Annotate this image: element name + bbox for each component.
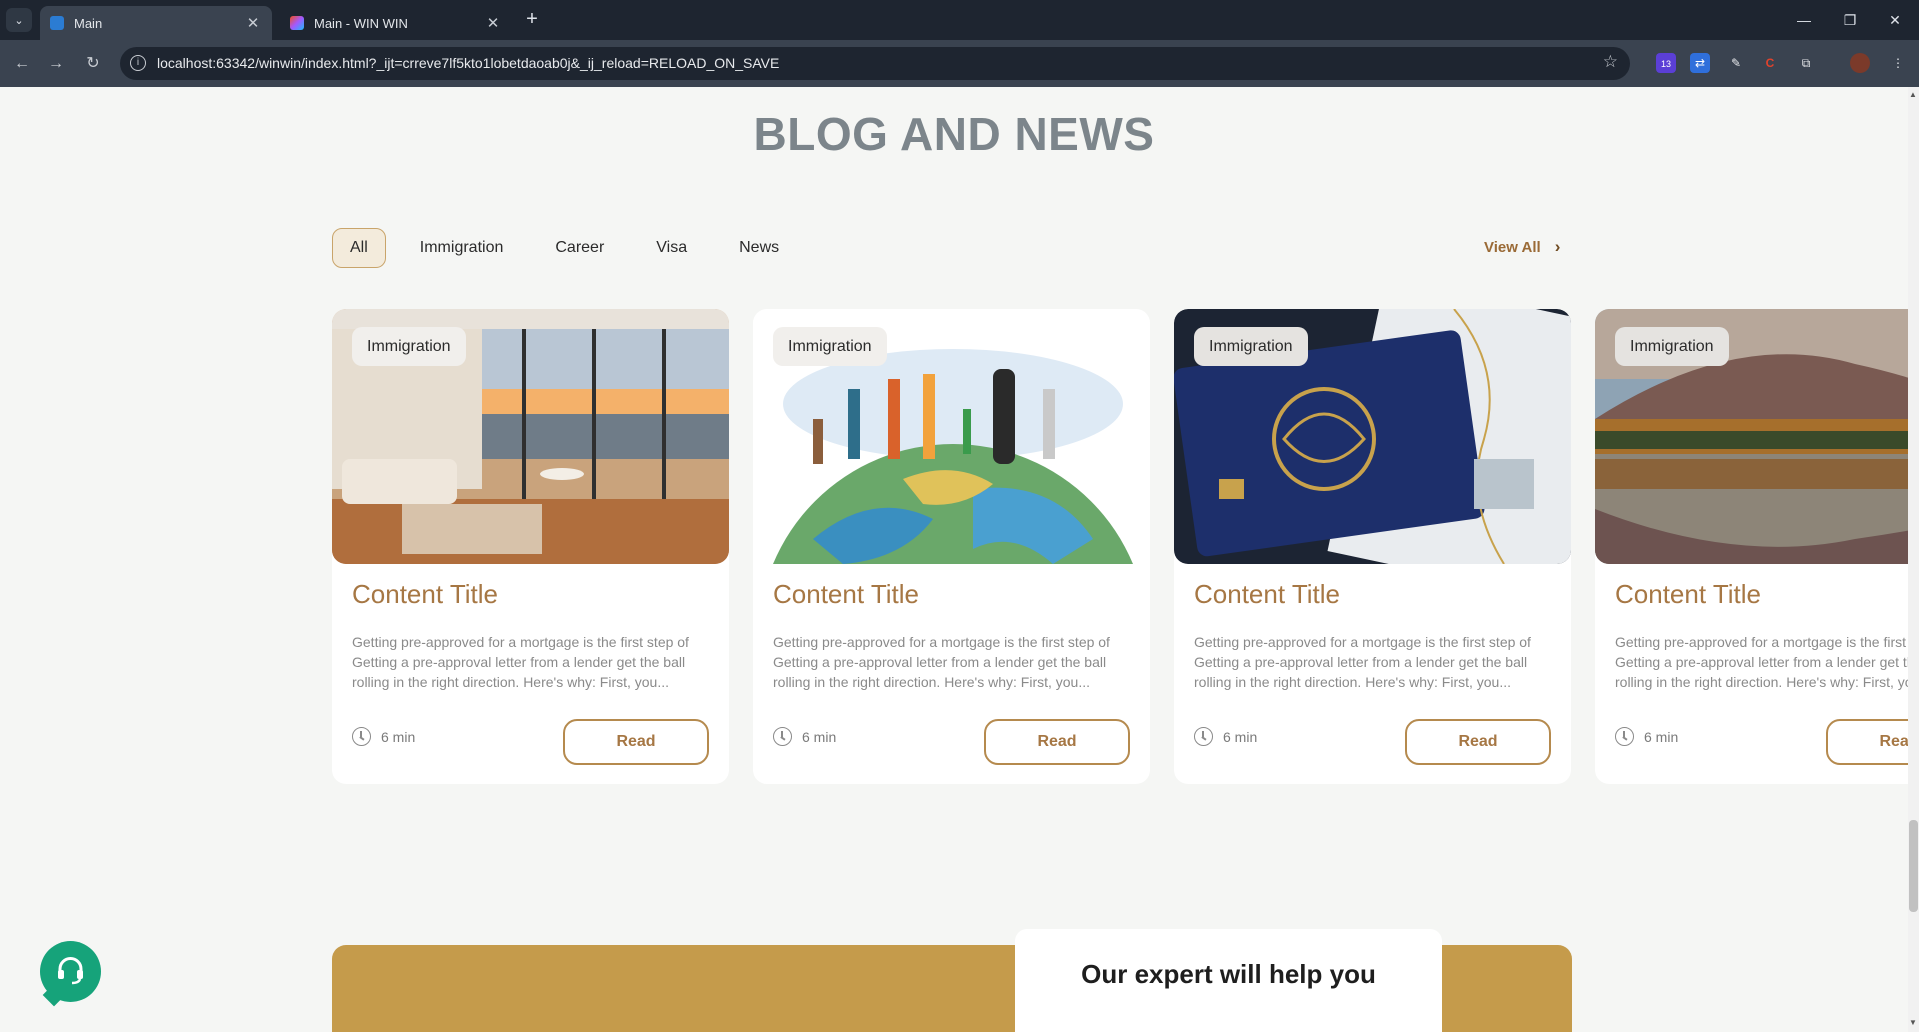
expert-cta-card: Our expert will help you [1015,929,1442,1032]
blog-card[interactable]: Immigration Content Title Getting pre-ap… [1595,309,1908,784]
card-description: Getting pre-approved for a mortgage is t… [1615,634,1908,690]
extension-icon[interactable]: 13 [1656,53,1676,73]
tab-search-icon[interactable]: ⌄ [6,8,32,32]
headset-icon [58,957,83,985]
blog-card[interactable]: Immigration Content Title Getting pre-ap… [753,309,1150,784]
reload-icon[interactable]: ↻ [80,51,106,77]
filter-visa[interactable]: Visa [638,228,705,268]
scroll-up-arrow-icon[interactable]: ▲ [1909,90,1917,99]
read-time-label: 6 min [381,728,416,745]
filter-news[interactable]: News [721,228,797,268]
profile-avatar[interactable] [1850,53,1870,73]
figma-icon [290,16,304,30]
menu-kebab-icon[interactable]: ⋮ [1888,53,1908,73]
close-tab-icon[interactable]: ✕ [484,14,502,32]
read-time: 6 min [773,727,836,746]
read-button[interactable]: Read [1826,719,1908,765]
clock-icon [1194,727,1213,746]
back-icon[interactable]: ← [9,51,35,77]
clock-icon [1615,727,1634,746]
close-tab-icon[interactable]: ✕ [244,14,262,32]
category-tag: Immigration [1194,327,1308,366]
category-tag: Immigration [773,327,887,366]
translate-extension-icon[interactable]: ⇄ [1690,53,1710,73]
read-button[interactable]: Read [1405,719,1551,765]
blog-card[interactable]: Immigration Content Title Getting pre-ap… [332,309,729,784]
card-title[interactable]: Content Title [773,579,919,610]
tab-title: Main [74,15,103,31]
close-window-icon[interactable]: ✕ [1873,6,1917,34]
blog-card[interactable]: Immigration Content Title Getting pre-ap… [1174,309,1571,784]
address-bar[interactable]: i localhost:63342/winwin/index.html?_ijt… [120,47,1630,80]
site-info-icon[interactable]: i [130,55,146,71]
read-time: 6 min [1615,727,1678,746]
cta-title: Our expert will help you [1081,959,1376,989]
card-description: Getting pre-approved for a mortgage is t… [1194,634,1531,690]
clock-icon [352,727,371,746]
category-tag: Immigration [1615,327,1729,366]
blog-cards-carousel: Immigration Content Title Getting pre-ap… [332,309,1908,784]
chat-bubble-tail [42,983,66,1007]
chevron-right-icon: › [1554,237,1561,256]
puzzle-extensions-icon[interactable]: ⧉ [1796,53,1816,73]
section-title: BLOG AND NEWS [753,108,1155,160]
browser-toolbar: ← → ↻ i localhost:63342/winwin/index.htm… [0,40,1919,87]
minimize-icon[interactable]: — [1782,6,1826,34]
browser-tab-bar: ⌄ Main ✕ Main - WIN WIN ✕ + — ❐ ✕ [0,0,1919,40]
card-title[interactable]: Content Title [352,579,498,610]
read-time-label: 6 min [802,728,837,745]
filter-career[interactable]: Career [537,228,622,268]
support-chat-button[interactable] [40,941,101,1007]
tab-main-win-win[interactable]: Main - WIN WIN ✕ [280,6,512,40]
read-time: 6 min [352,727,415,746]
restore-icon[interactable]: ❐ [1828,6,1872,34]
card-description: Getting pre-approved for a mortgage is t… [773,634,1110,690]
filter-immigration[interactable]: Immigration [402,228,522,268]
card-title[interactable]: Content Title [1615,579,1761,610]
tab-title: Main - WIN WIN [314,15,408,31]
scroll-down-arrow-icon[interactable]: ▼ [1909,1018,1917,1027]
category-filters: All Immigration Career Visa News [332,228,813,268]
read-time: 6 min [1194,727,1257,746]
card-title[interactable]: Content Title [1194,579,1340,610]
page-viewport: BLOG AND NEWS All Immigration Career Vis… [0,87,1908,1032]
tab-main[interactable]: Main ✕ [40,6,272,40]
view-all-link[interactable]: View All › [1484,237,1560,257]
bookmark-star-icon[interactable]: ☆ [1603,52,1618,72]
read-button[interactable]: Read [563,719,709,765]
clock-icon [773,727,792,746]
c-extension-icon[interactable]: C [1760,53,1780,73]
new-tab-button[interactable]: + [520,8,544,32]
read-button[interactable]: Read [984,719,1130,765]
filter-all[interactable]: All [332,228,386,268]
pen-extension-icon[interactable]: ✎ [1726,53,1746,73]
card-description: Getting pre-approved for a mortgage is t… [352,634,689,690]
webstorm-icon [50,16,64,30]
view-all-label: View All [1484,238,1541,256]
read-time-label: 6 min [1223,728,1258,745]
extension-badge: 13 [1660,59,1671,69]
url-text[interactable]: localhost:63342/winwin/index.html?_ijt=c… [157,55,779,71]
scrollbar-thumb[interactable] [1909,820,1918,912]
forward-icon[interactable]: → [43,51,69,77]
read-time-label: 6 min [1644,728,1679,745]
category-tag: Immigration [352,327,466,366]
